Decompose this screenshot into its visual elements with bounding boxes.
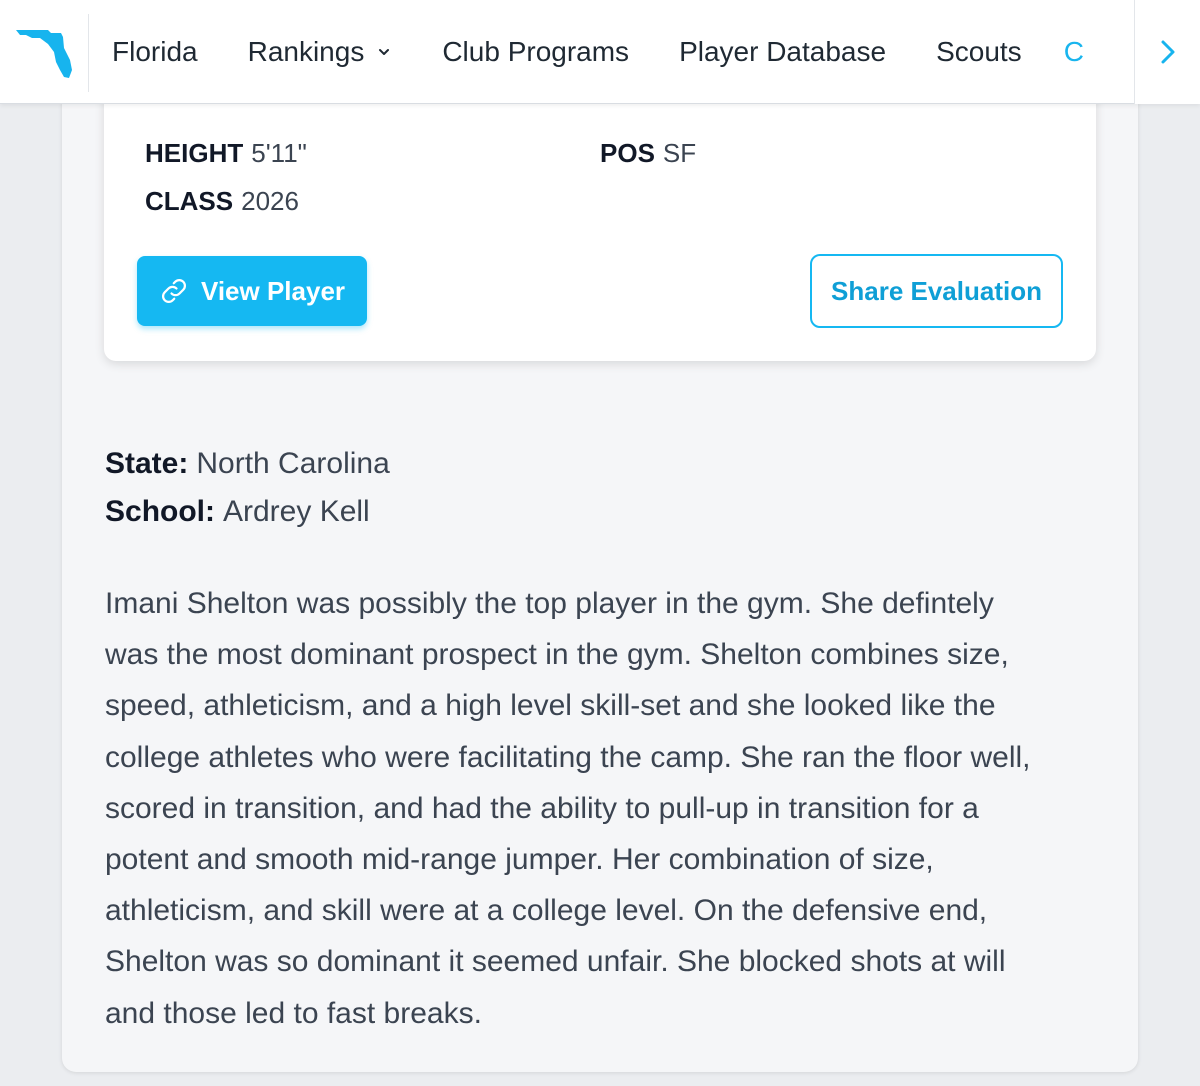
nav-item-label: Florida <box>112 36 198 67</box>
nav-divider <box>88 14 89 92</box>
height-stat: HEIGHT 5'11" <box>145 138 307 169</box>
evaluation-line: and those led to fast breaks. <box>105 996 482 1030</box>
view-player-label: View Player <box>200 275 346 306</box>
nav-item-florida[interactable]: Florida <box>112 36 198 68</box>
school-line: School: Ardrey Kell <box>105 495 370 529</box>
nav-item-label: Player Database <box>679 36 887 67</box>
school-label: School: <box>105 495 215 528</box>
nav-scroll-right-button[interactable] <box>1134 0 1200 104</box>
position-value: SF <box>662 138 697 168</box>
height-value: 5'11" <box>251 138 307 168</box>
nav-item-label: Scouts <box>936 36 1022 67</box>
evaluation-line: athleticism, and skill were at a college… <box>105 894 988 928</box>
school-value: Ardrey Kell <box>223 495 370 528</box>
evaluation-line: college athletes who were facilitating t… <box>105 740 1031 774</box>
evaluation-line: Shelton was so dominant it seemed unfair… <box>105 945 1006 979</box>
class-label: CLASS <box>145 186 234 216</box>
state-line: State: North Carolina <box>105 447 390 481</box>
nav-item-scouts[interactable]: Scouts <box>936 36 1022 68</box>
nav-item-club-programs[interactable]: Club Programs <box>442 36 629 68</box>
evaluation-text: Imani Shelton was possibly the top playe… <box>105 578 1105 1039</box>
evaluation-line: Imani Shelton was possibly the top playe… <box>105 587 994 620</box>
position-label: POS <box>600 138 655 168</box>
top-navbar: Florida Rankings Club Programs Player Da… <box>0 0 1200 104</box>
evaluation-line: speed, athleticism, and a high level ski… <box>105 689 996 723</box>
evaluation-line: potent and smooth mid-range jumper. Her … <box>105 843 934 877</box>
nav-item-label: Club Programs <box>442 36 630 67</box>
nav-item-rankings[interactable]: Rankings <box>248 36 393 68</box>
state-label: State: <box>105 447 189 480</box>
height-label: HEIGHT <box>145 138 244 168</box>
class-value: 2026 <box>241 186 299 216</box>
nav-item-partial[interactable]: C <box>1064 36 1084 68</box>
share-evaluation-button[interactable]: Share Evaluation <box>810 254 1063 328</box>
share-evaluation-label: Share Evaluation <box>831 275 1042 306</box>
state-value: North Carolina <box>196 447 390 480</box>
evaluation-line: scored in transition, and had the abilit… <box>105 791 979 825</box>
chevron-right-icon <box>1161 40 1174 64</box>
view-player-button[interactable]: View Player <box>137 256 367 326</box>
nav-item-player-database[interactable]: Player Database <box>679 36 886 68</box>
chevron-down-icon <box>379 49 390 55</box>
position-stat: POS SF <box>600 138 696 169</box>
link-icon <box>161 278 186 304</box>
evaluation-line: was the most dominant prospect in the gy… <box>105 638 1009 672</box>
florida-state-icon[interactable] <box>14 24 74 80</box>
class-stat: CLASS 2026 <box>145 186 299 217</box>
nav-menu: Florida Rankings Club Programs Player Da… <box>112 0 1132 104</box>
nav-item-label: Rankings <box>247 36 365 67</box>
